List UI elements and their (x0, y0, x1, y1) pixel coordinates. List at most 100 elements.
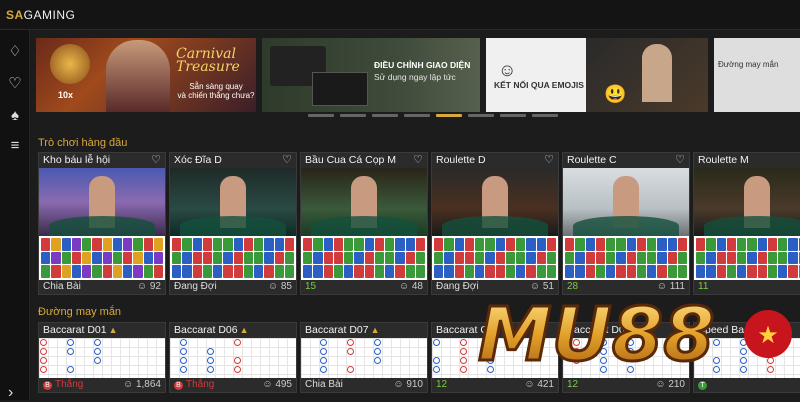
result-cell (485, 252, 494, 265)
game-card[interactable]: Baccarat D07▲12☺ 210 (562, 322, 690, 393)
favorite-heart-icon[interactable]: ♡ (675, 153, 685, 166)
road-gridline (730, 338, 731, 378)
game-status: Thắng (186, 379, 214, 390)
game-card[interactable]: Speed Baccarat▲T (693, 322, 800, 393)
carousel-dot[interactable] (308, 114, 334, 117)
road-gridline (432, 356, 558, 357)
chip-stack-icon[interactable]: ≡ (5, 136, 25, 156)
game-card[interactable]: Bầu Cua Cá Cọp M♡15☺ 48 (300, 152, 428, 295)
road-gridline (563, 338, 689, 339)
result-cell (657, 265, 666, 278)
sa-gaming-logo[interactable]: SAGAMING (6, 8, 75, 22)
favorite-heart-icon[interactable]: ♡ (151, 153, 161, 166)
cards-chips-icon[interactable]: ♢ (5, 42, 25, 62)
carousel-dot[interactable] (532, 114, 558, 117)
game-preview-image[interactable] (432, 168, 558, 236)
road-marker (627, 366, 634, 373)
carousel-dot[interactable] (468, 114, 494, 117)
result-cell (72, 238, 81, 251)
banner-emojis[interactable]: ☺ KẾT NỐI QUA EMOJIS 😃 (486, 38, 708, 112)
result-cell (444, 265, 453, 278)
game-name: Baccarat D06 (174, 324, 238, 336)
road-gridline (432, 347, 558, 348)
bead-road (563, 338, 689, 378)
result-cell (275, 238, 284, 251)
result-cell (244, 252, 253, 265)
game-card[interactable]: Kho báu lễ hội♡Chia Bài☺ 92 (38, 152, 166, 295)
result-cell (506, 252, 515, 265)
result-cell (365, 265, 374, 278)
game-card-header: Roulette D♡ (432, 153, 558, 168)
result-cell (747, 252, 756, 265)
game-status: Chia Bài (305, 379, 343, 390)
road-marker (67, 339, 74, 346)
game-preview-image[interactable] (563, 168, 689, 236)
result-cell (434, 238, 443, 251)
result-cell (606, 265, 615, 278)
result-cell (41, 238, 50, 251)
player-count-value: 48 (412, 281, 423, 292)
game-card-footer: Đang Đợi☺ 85 (170, 280, 296, 294)
road-gridline (694, 374, 800, 375)
favorite-heart-icon[interactable]: ♡ (544, 153, 554, 166)
thumbs-up-icon: ▲ (240, 325, 249, 335)
carousel-dot[interactable] (404, 114, 430, 117)
playing-cards-icon[interactable]: ♠ (5, 106, 25, 126)
game-card[interactable]: Roulette D♡Đang Đợi☺ 51 (431, 152, 559, 295)
result-cell (82, 238, 91, 251)
player-count-value: 51 (543, 281, 554, 292)
game-card[interactable]: Baccarat D07▲Chia Bài☺ 910 (300, 322, 428, 393)
game-card[interactable]: Xóc Đĩa D♡Đang Đợi☺ 85 (169, 152, 297, 295)
game-status: Đang Đợi (174, 281, 217, 292)
result-cell (264, 252, 273, 265)
bead-road (694, 338, 800, 378)
road-gridline (748, 338, 749, 378)
carousel-dot[interactable] (500, 114, 526, 117)
banner-line1: Đường may mắn (718, 60, 778, 69)
thumbs-up-icon: ▲ (371, 325, 380, 335)
carousel-dot[interactable] (372, 114, 398, 117)
road-gridline (364, 338, 365, 378)
game-status: 11 (698, 281, 708, 292)
result-cell (768, 238, 777, 251)
result-cell (465, 238, 474, 251)
banner-lucky-road[interactable]: Đường may mắn (714, 38, 800, 112)
players-icon: ☺ (530, 281, 540, 292)
road-marker (320, 348, 327, 355)
chevron-right-icon[interactable]: › (8, 384, 13, 402)
game-card[interactable]: Roulette M♡11 (693, 152, 800, 295)
game-preview-image[interactable] (170, 168, 296, 236)
result-cell (144, 238, 153, 251)
game-card[interactable]: Baccarat D06▲BThắng☺ 495 (169, 322, 297, 393)
game-card[interactable]: Baccarat C▲12☺ 421 (431, 322, 559, 393)
banner-line1: KẾT NỐI QUA EMOJIS (494, 80, 584, 90)
road-gridline (694, 338, 800, 339)
result-cell (213, 238, 222, 251)
favorite-heart-icon[interactable]: ♡ (413, 153, 423, 166)
game-card[interactable]: Roulette C♡28☺ 111 (562, 152, 690, 295)
players-icon: ☺ (268, 281, 278, 292)
carousel-dot[interactable] (436, 114, 462, 117)
road-gridline (129, 338, 130, 378)
player-count-value: 111 (670, 281, 685, 292)
banner-custom-interface[interactable]: ĐIỀU CHỈNH GIAO DIỆN Sử dụng ngay lập tứ… (262, 38, 480, 112)
heart-icon[interactable]: ♡ (5, 74, 25, 94)
road-marker (180, 339, 187, 346)
game-preview-image[interactable] (301, 168, 427, 236)
result-cell (696, 252, 705, 265)
favorite-heart-icon[interactable]: ♡ (282, 153, 292, 166)
road-marker (234, 357, 241, 364)
bead-road (170, 338, 296, 378)
game-preview-image[interactable] (39, 168, 165, 236)
game-card-header: Xóc Đĩa D♡ (170, 153, 296, 168)
result-cell (264, 265, 273, 278)
banner-carnival-treasure[interactable]: Carnival Treasure Sẵn sàng quay và chiến… (36, 38, 256, 112)
carousel-dot[interactable] (340, 114, 366, 117)
result-cell (254, 238, 263, 251)
game-name: Kho báu lễ hội (43, 154, 110, 166)
result-cell (303, 238, 312, 251)
host-image (642, 44, 672, 102)
game-card[interactable]: Baccarat D01▲BThắng☺ 1,864 (38, 322, 166, 393)
game-preview-image[interactable] (694, 168, 800, 236)
road-marker (460, 366, 467, 373)
